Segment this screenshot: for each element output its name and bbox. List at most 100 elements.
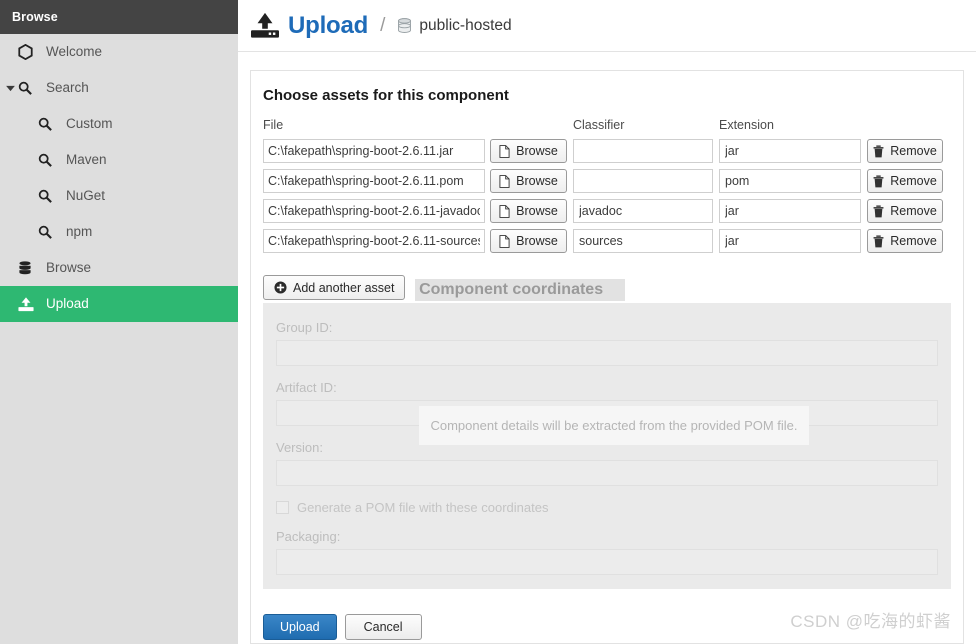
panel-title: Choose assets for this component xyxy=(263,87,509,104)
content-area: Choose assets for this component File Cl… xyxy=(238,52,976,644)
column-header-file: File xyxy=(263,118,284,132)
sidebar: Browse Welcome Search Custom Maven NuGet… xyxy=(0,0,238,644)
trash-icon xyxy=(873,204,884,218)
search-icon xyxy=(38,188,60,204)
generate-pom-checkbox xyxy=(276,501,289,514)
group-id-label: Group ID: xyxy=(276,320,333,335)
browse-button[interactable]: Browse xyxy=(490,139,567,163)
sidebar-header: Browse xyxy=(0,0,238,34)
upload-icon xyxy=(18,296,40,312)
extension-input[interactable] xyxy=(719,199,861,223)
extension-input[interactable] xyxy=(719,139,861,163)
group-id-input xyxy=(276,340,938,366)
search-icon xyxy=(38,224,60,240)
upload-icon xyxy=(250,12,280,40)
browse-button-label: Browse xyxy=(516,234,558,248)
browse-button-label: Browse xyxy=(516,174,558,188)
plus-circle-icon xyxy=(274,281,287,294)
browse-button-label: Browse xyxy=(516,144,558,158)
remove-button[interactable]: Remove xyxy=(867,169,943,193)
sidebar-item-label: Upload xyxy=(46,296,89,311)
file-path-input[interactable] xyxy=(263,139,485,163)
main-content: Upload / public-hosted Choose assets for… xyxy=(238,0,976,644)
table-row: Browse Remove xyxy=(263,229,943,259)
remove-button-label: Remove xyxy=(890,234,937,248)
sidebar-item-label: Custom xyxy=(66,116,113,131)
sidebar-item-label: Browse xyxy=(46,260,92,275)
sidebar-item-label: Welcome xyxy=(46,44,103,59)
remove-button-label: Remove xyxy=(890,174,937,188)
add-another-asset-button[interactable]: Add another asset xyxy=(263,275,406,300)
table-row: Browse Remove xyxy=(263,169,943,199)
sidebar-item-welcome[interactable]: Welcome xyxy=(0,34,238,70)
trash-icon xyxy=(873,144,884,158)
classifier-input[interactable] xyxy=(573,169,713,193)
assets-table-header-row: File Classifier Extension xyxy=(263,118,943,139)
column-header-spacer xyxy=(485,118,567,139)
remove-button[interactable]: Remove xyxy=(867,199,943,223)
version-input xyxy=(276,460,938,486)
upload-panel: Choose assets for this component File Cl… xyxy=(250,70,964,644)
app-root: Browse Welcome Search Custom Maven NuGet… xyxy=(0,0,976,644)
column-header-actions xyxy=(861,118,943,139)
file-icon xyxy=(499,174,510,188)
column-header-classifier: Classifier xyxy=(573,118,625,132)
file-icon xyxy=(499,144,510,158)
chevron-down-icon xyxy=(4,85,16,92)
browse-button[interactable]: Browse xyxy=(490,169,567,193)
breadcrumb-repository: public-hosted xyxy=(419,16,512,34)
remove-button[interactable]: Remove xyxy=(867,139,943,163)
column-header-extension: Extension xyxy=(719,118,774,132)
classifier-input[interactable] xyxy=(573,229,713,253)
packaging-label: Packaging: xyxy=(276,529,341,544)
sidebar-item-label: Maven xyxy=(66,152,107,167)
table-row: Browse Remove xyxy=(263,199,943,229)
trash-icon xyxy=(873,234,884,248)
file-path-input[interactable] xyxy=(263,199,485,223)
trash-icon xyxy=(873,174,884,188)
sidebar-item-nuget[interactable]: NuGet xyxy=(0,178,238,214)
sidebar-item-maven[interactable]: Maven xyxy=(0,142,238,178)
sidebar-item-search[interactable]: Search xyxy=(0,70,238,106)
sidebar-item-label: Search xyxy=(46,80,89,95)
file-icon xyxy=(499,234,510,248)
cancel-button[interactable]: Cancel xyxy=(344,614,422,640)
remove-button-label: Remove xyxy=(890,204,937,218)
file-path-input[interactable] xyxy=(263,169,485,193)
search-icon xyxy=(38,116,60,132)
component-coordinates-legend: Component coordinates xyxy=(415,279,626,301)
browse-button[interactable]: Browse xyxy=(490,199,567,223)
browse-button[interactable]: Browse xyxy=(490,229,567,253)
artifact-id-label: Artifact ID: xyxy=(276,380,337,395)
browse-button-label: Browse xyxy=(516,204,558,218)
search-icon xyxy=(38,152,60,168)
extension-input[interactable] xyxy=(719,169,861,193)
upload-button[interactable]: Upload xyxy=(263,614,337,640)
page-title: Upload xyxy=(288,11,369,39)
packaging-input xyxy=(276,549,938,575)
assets-table: File Classifier Extension C:\fakepath\sp… xyxy=(263,118,943,259)
page-header: Upload / public-hosted xyxy=(238,0,976,52)
classifier-input[interactable] xyxy=(573,139,713,163)
sidebar-item-browse[interactable]: Browse xyxy=(0,250,238,286)
remove-button[interactable]: Remove xyxy=(867,229,943,253)
extension-input[interactable] xyxy=(719,229,861,253)
generate-pom-checkbox-row: Generate a POM file with these coordinat… xyxy=(276,500,938,515)
sidebar-item-npm[interactable]: npm xyxy=(0,214,238,250)
hexagon-icon xyxy=(18,44,40,60)
add-another-asset-label: Add another asset xyxy=(293,280,395,295)
database-icon xyxy=(397,17,412,34)
database-icon xyxy=(18,260,40,276)
sidebar-item-label: NuGet xyxy=(66,188,106,203)
search-icon xyxy=(18,80,40,96)
table-row: Browse Remove xyxy=(263,139,943,169)
breadcrumb-separator: / xyxy=(380,14,386,36)
sidebar-item-custom[interactable]: Custom xyxy=(0,106,238,142)
watermark: CSDN @吃海的虾酱 xyxy=(790,612,951,631)
pom-extraction-message: Component details will be extracted from… xyxy=(419,406,809,445)
classifier-input[interactable] xyxy=(573,199,713,223)
sidebar-item-upload[interactable]: Upload xyxy=(0,286,238,322)
file-path-input[interactable] xyxy=(263,229,485,253)
sidebar-item-label: npm xyxy=(66,224,93,239)
file-icon xyxy=(499,204,510,218)
